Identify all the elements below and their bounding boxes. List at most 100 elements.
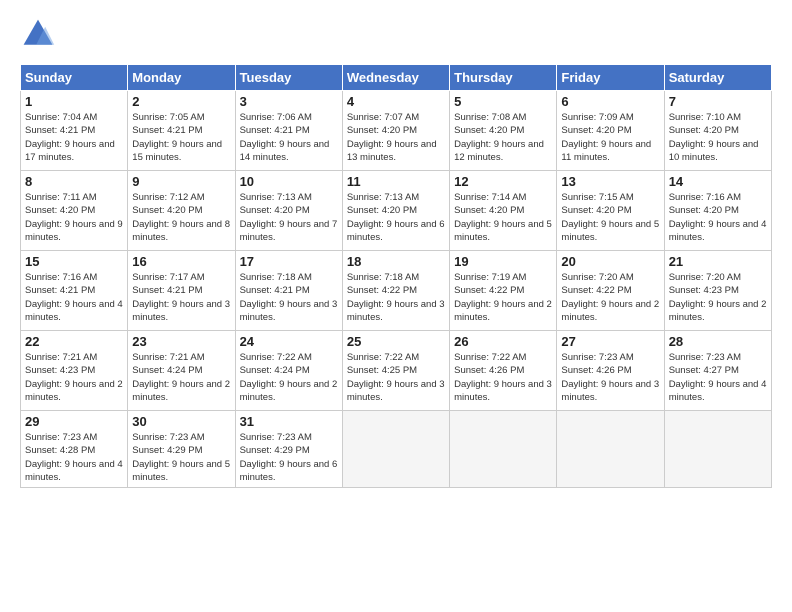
calendar-week-3: 15 Sunrise: 7:16 AMSunset: 4:21 PMDayligh… [21,251,772,331]
day-info: Sunrise: 7:20 AMSunset: 4:23 PMDaylight:… [669,271,767,324]
day-info: Sunrise: 7:18 AMSunset: 4:21 PMDaylight:… [240,271,338,324]
calendar-cell: 6Sunrise: 7:09 AMSunset: 4:20 PMDaylight… [557,91,664,171]
day-info: Sunrise: 7:18 AMSunset: 4:22 PMDaylight:… [347,271,445,324]
calendar-header-sunday: Sunday [21,65,128,91]
calendar-cell: 18 Sunrise: 7:18 AMSunset: 4:22 PMDayligh… [342,251,449,331]
calendar-cell: 5 Sunrise: 7:08 AMSunset: 4:20 PMDaylight… [450,91,557,171]
day-info: Sunrise: 7:23 AMSunset: 4:29 PMDaylight:… [240,431,338,484]
day-number: 8 [25,174,123,189]
page: SundayMondayTuesdayWednesdayThursdayFrid… [0,0,792,612]
day-number: 9 [132,174,230,189]
calendar-cell: 24 Sunrise: 7:22 AMSunset: 4:24 PMDayligh… [235,331,342,411]
day-info: Sunrise: 7:11 AMSunset: 4:20 PMDaylight:… [25,191,123,244]
calendar-cell: 29Sunrise: 7:23 AMSunset: 4:28 PMDayligh… [21,411,128,488]
calendar-cell: 25 Sunrise: 7:22 AMSunset: 4:25 PMDayligh… [342,331,449,411]
day-number: 25 [347,334,445,349]
day-info: Sunrise: 7:16 AMSunset: 4:21 PMDaylight:… [25,271,123,324]
calendar-cell: 28 Sunrise: 7:23 AMSunset: 4:27 PMDayligh… [664,331,771,411]
calendar-cell: 31 Sunrise: 7:23 AMSunset: 4:29 PMDayligh… [235,411,342,488]
calendar-cell: 26Sunrise: 7:22 AMSunset: 4:26 PMDayligh… [450,331,557,411]
calendar-header-tuesday: Tuesday [235,65,342,91]
day-number: 4 [347,94,445,109]
calendar-cell [450,411,557,488]
calendar-header-wednesday: Wednesday [342,65,449,91]
calendar-cell [342,411,449,488]
day-number: 30 [132,414,230,429]
calendar-header-monday: Monday [128,65,235,91]
calendar-header-friday: Friday [557,65,664,91]
day-number: 3 [240,94,338,109]
day-number: 18 [347,254,445,269]
header [20,16,772,52]
day-info: Sunrise: 7:09 AMSunset: 4:20 PMDaylight:… [561,111,659,164]
day-number: 15 [25,254,123,269]
day-number: 24 [240,334,338,349]
day-info: Sunrise: 7:20 AMSunset: 4:22 PMDaylight:… [561,271,659,324]
calendar-week-4: 22Sunrise: 7:21 AMSunset: 4:23 PMDayligh… [21,331,772,411]
day-info: Sunrise: 7:23 AMSunset: 4:27 PMDaylight:… [669,351,767,404]
day-number: 11 [347,174,445,189]
day-number: 31 [240,414,338,429]
day-number: 12 [454,174,552,189]
calendar-cell: 9 Sunrise: 7:12 AMSunset: 4:20 PMDaylight… [128,171,235,251]
day-info: Sunrise: 7:15 AMSunset: 4:20 PMDaylight:… [561,191,659,244]
day-info: Sunrise: 7:04 AMSunset: 4:21 PMDaylight:… [25,111,123,164]
calendar-cell: 21Sunrise: 7:20 AMSunset: 4:23 PMDayligh… [664,251,771,331]
calendar-cell: 12 Sunrise: 7:14 AMSunset: 4:20 PMDayligh… [450,171,557,251]
day-number: 17 [240,254,338,269]
day-info: Sunrise: 7:10 AMSunset: 4:20 PMDaylight:… [669,111,767,164]
calendar-cell: 19Sunrise: 7:19 AMSunset: 4:22 PMDayligh… [450,251,557,331]
calendar-cell: 13 Sunrise: 7:15 AMSunset: 4:20 PMDayligh… [557,171,664,251]
calendar-cell: 11Sunrise: 7:13 AMSunset: 4:20 PMDayligh… [342,171,449,251]
calendar-week-5: 29Sunrise: 7:23 AMSunset: 4:28 PMDayligh… [21,411,772,488]
calendar-cell: 17 Sunrise: 7:18 AMSunset: 4:21 PMDayligh… [235,251,342,331]
day-info: Sunrise: 7:22 AMSunset: 4:24 PMDaylight:… [240,351,338,404]
day-number: 13 [561,174,659,189]
day-number: 27 [561,334,659,349]
day-info: Sunrise: 7:21 AMSunset: 4:24 PMDaylight:… [132,351,230,404]
day-info: Sunrise: 7:17 AMSunset: 4:21 PMDaylight:… [132,271,230,324]
calendar: SundayMondayTuesdayWednesdayThursdayFrid… [20,64,772,488]
calendar-cell: 22Sunrise: 7:21 AMSunset: 4:23 PMDayligh… [21,331,128,411]
day-info: Sunrise: 7:22 AMSunset: 4:25 PMDaylight:… [347,351,445,404]
day-number: 10 [240,174,338,189]
calendar-cell: 16 Sunrise: 7:17 AMSunset: 4:21 PMDayligh… [128,251,235,331]
day-info: Sunrise: 7:19 AMSunset: 4:22 PMDaylight:… [454,271,552,324]
calendar-cell: 23 Sunrise: 7:21 AMSunset: 4:24 PMDayligh… [128,331,235,411]
day-number: 26 [454,334,552,349]
calendar-cell: 30Sunrise: 7:23 AMSunset: 4:29 PMDayligh… [128,411,235,488]
logo-icon [20,16,56,52]
calendar-cell: 8 Sunrise: 7:11 AMSunset: 4:20 PMDaylight… [21,171,128,251]
calendar-cell: 27 Sunrise: 7:23 AMSunset: 4:26 PMDayligh… [557,331,664,411]
day-number: 23 [132,334,230,349]
day-info: Sunrise: 7:12 AMSunset: 4:20 PMDaylight:… [132,191,230,244]
calendar-week-1: 1 Sunrise: 7:04 AMSunset: 4:21 PMDaylight… [21,91,772,171]
day-number: 7 [669,94,767,109]
calendar-cell: 10 Sunrise: 7:13 AMSunset: 4:20 PMDayligh… [235,171,342,251]
calendar-cell: 20 Sunrise: 7:20 AMSunset: 4:22 PMDayligh… [557,251,664,331]
day-number: 1 [25,94,123,109]
day-info: Sunrise: 7:23 AMSunset: 4:28 PMDaylight:… [25,431,123,484]
day-number: 16 [132,254,230,269]
calendar-cell: 2 Sunrise: 7:05 AMSunset: 4:21 PMDaylight… [128,91,235,171]
calendar-cell [557,411,664,488]
calendar-cell: 15 Sunrise: 7:16 AMSunset: 4:21 PMDayligh… [21,251,128,331]
calendar-cell: 1 Sunrise: 7:04 AMSunset: 4:21 PMDaylight… [21,91,128,171]
calendar-cell [664,411,771,488]
day-number: 28 [669,334,767,349]
calendar-cell: 3Sunrise: 7:06 AMSunset: 4:21 PMDaylight… [235,91,342,171]
day-number: 22 [25,334,123,349]
day-info: Sunrise: 7:08 AMSunset: 4:20 PMDaylight:… [454,111,552,164]
calendar-cell: 7 Sunrise: 7:10 AMSunset: 4:20 PMDaylight… [664,91,771,171]
day-number: 2 [132,94,230,109]
calendar-header-saturday: Saturday [664,65,771,91]
day-info: Sunrise: 7:07 AMSunset: 4:20 PMDaylight:… [347,111,445,164]
day-info: Sunrise: 7:13 AMSunset: 4:20 PMDaylight:… [240,191,338,244]
logo [20,16,60,52]
calendar-cell: 14Sunrise: 7:16 AMSunset: 4:20 PMDayligh… [664,171,771,251]
day-info: Sunrise: 7:14 AMSunset: 4:20 PMDaylight:… [454,191,552,244]
day-number: 5 [454,94,552,109]
day-info: Sunrise: 7:05 AMSunset: 4:21 PMDaylight:… [132,111,230,164]
day-number: 20 [561,254,659,269]
day-info: Sunrise: 7:23 AMSunset: 4:26 PMDaylight:… [561,351,659,404]
